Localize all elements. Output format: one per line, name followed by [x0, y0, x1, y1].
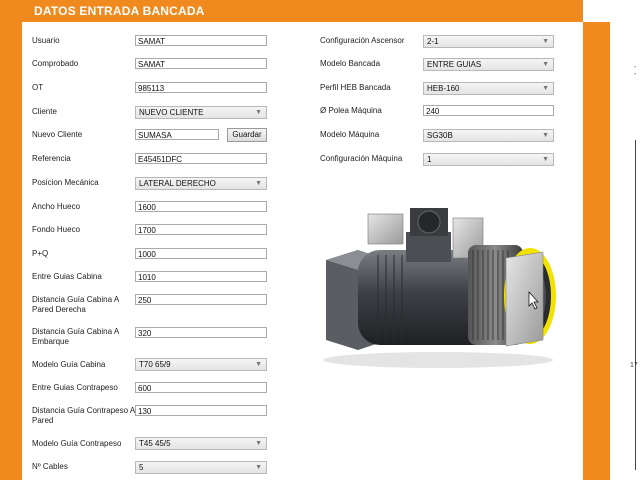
entre-guias-contrapeso-label: Entre Guias Contrapeso: [32, 383, 118, 392]
cliente-label: Cliente: [32, 107, 57, 116]
referencia-label: Referencia: [32, 154, 71, 163]
comprobado-input[interactable]: SAMAT: [135, 58, 267, 69]
pq-label: P+Q: [32, 249, 49, 258]
modelo-maquina-label: Modelo Máquina: [320, 130, 380, 139]
cliente-select[interactable]: NUEVO CLIENTE ▼: [135, 106, 267, 119]
perfil-heb-select[interactable]: HEB-160 ▼: [423, 82, 554, 95]
dist-guia-cabina-pared-input[interactable]: 250: [135, 294, 267, 305]
config-maquina-label: Configuración Máquina: [320, 154, 403, 163]
modelo-guia-contrapeso-label: Modelo Guía Contrapeso: [32, 439, 122, 448]
dist-guia-contrapeso-input[interactable]: 130: [135, 405, 267, 416]
cliente-select-value: NUEVO CLIENTE: [139, 108, 204, 117]
num-cables-value: 5: [139, 463, 144, 472]
nuevo-cliente-label: Nuevo Cliente: [32, 130, 83, 139]
chevron-down-icon: ▼: [255, 180, 262, 187]
chevron-down-icon: ▼: [542, 156, 549, 163]
chevron-down-icon: ▼: [255, 440, 262, 447]
modelo-guia-cabina-label: Modelo Guía Cabina: [32, 360, 106, 369]
posicion-mecanica-value: LATERAL DERECHO: [139, 179, 216, 188]
title-bar: DATOS ENTRADA BANCADA: [0, 0, 583, 22]
traction-machine-image: [318, 200, 570, 370]
modelo-bancada-select[interactable]: ENTRE GUIAS ▼: [423, 58, 554, 71]
polea-maquina-input[interactable]: 240: [423, 105, 554, 116]
nuevo-cliente-input[interactable]: SUMASA: [135, 129, 219, 140]
modelo-guia-cabina-value: T70 65/9: [139, 360, 171, 369]
dist-guia-contrapeso-label: Distancia Guía Contrapeso A Pared: [32, 406, 135, 425]
entre-guias-cabina-input[interactable]: 1010: [135, 271, 267, 282]
fondo-hueco-input[interactable]: 1700: [135, 224, 267, 235]
guardar-button[interactable]: Guardar: [227, 128, 267, 142]
chevron-down-icon: ▼: [542, 85, 549, 92]
pq-input[interactable]: 1000: [135, 248, 267, 259]
modelo-guia-contrapeso-select[interactable]: T45 45/5 ▼: [135, 437, 267, 450]
modelo-guia-contrapeso-value: T45 45/5: [139, 439, 171, 448]
posicion-mecanica-select[interactable]: LATERAL DERECHO ▼: [135, 177, 267, 190]
right-border: [583, 22, 610, 480]
ot-input[interactable]: 985113: [135, 82, 267, 93]
page-title: DATOS ENTRADA BANCADA: [34, 4, 205, 18]
usuario-label: Usuario: [32, 36, 60, 45]
usuario-input[interactable]: SAMAT: [135, 35, 267, 46]
ot-label: OT: [32, 83, 44, 92]
modelo-maquina-value: SG30B: [427, 131, 453, 140]
posicion-mecanica-label: Posicion Mecánica: [32, 178, 99, 187]
referencia-input[interactable]: E45451DFC: [135, 153, 267, 164]
edge-ruler-line: [635, 140, 636, 470]
config-ascensor-label: Configuración Ascensor: [320, 36, 405, 45]
form-window: DATOS ENTRADA BANCADA Usuario SAMAT Comp…: [0, 0, 610, 480]
machine-drawing: [323, 208, 556, 368]
edge-mark-mid: 17: [630, 362, 638, 369]
perfil-heb-value: HEB-160: [427, 84, 460, 93]
dist-guia-cabina-embarque-input[interactable]: 320: [135, 327, 267, 338]
config-maquina-value: 1: [427, 155, 432, 164]
entre-guias-contrapeso-input[interactable]: 600: [135, 382, 267, 393]
ancho-hueco-input[interactable]: 1600: [135, 201, 267, 212]
dist-guia-cabina-pared-label: Distancia Guía Cabina A Pared Derecha: [32, 295, 119, 314]
modelo-bancada-value: ENTRE GUIAS: [427, 60, 482, 69]
chevron-down-icon: ▼: [255, 464, 262, 471]
chevron-down-icon: ▼: [255, 109, 262, 116]
modelo-guia-cabina-select[interactable]: T70 65/9 ▼: [135, 358, 267, 371]
chevron-down-icon: ▼: [542, 61, 549, 68]
chevron-down-icon: ▼: [255, 361, 262, 368]
left-border: [0, 0, 22, 480]
config-ascensor-value: 2-1: [427, 37, 439, 46]
num-cables-select[interactable]: 5 ▼: [135, 461, 267, 474]
config-ascensor-select[interactable]: 2-1 ▼: [423, 35, 554, 48]
dist-guia-cabina-embarque-label: Distancia Guía Cabina A Embarque: [32, 327, 119, 346]
fondo-hueco-label: Fondo Hueco: [32, 225, 81, 234]
modelo-maquina-select[interactable]: SG30B ▼: [423, 129, 554, 142]
chevron-down-icon: ▼: [542, 132, 549, 139]
ancho-hueco-label: Ancho Hueco: [32, 202, 81, 211]
comprobado-label: Comprobado: [32, 59, 79, 68]
modelo-bancada-label: Modelo Bancada: [320, 59, 381, 68]
perfil-heb-label: Perfil HEB Bancada: [320, 83, 391, 92]
num-cables-label: Nº Cables: [32, 462, 68, 471]
polea-maquina-label: Ø Polea Máquina: [320, 106, 382, 115]
entre-guias-cabina-label: Entre Guias Cabina: [32, 272, 102, 281]
config-maquina-select[interactable]: 1 ▼: [423, 153, 554, 166]
chevron-down-icon: ▼: [542, 38, 549, 45]
edge-mark-top: - -: [634, 64, 637, 78]
